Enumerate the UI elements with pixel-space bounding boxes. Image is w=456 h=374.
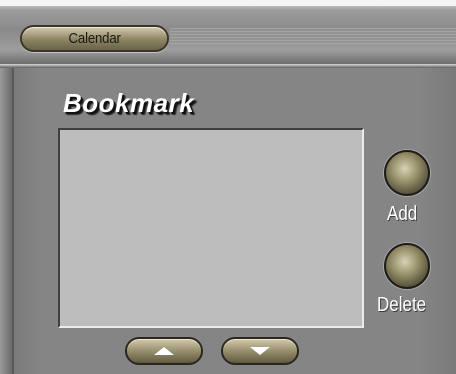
add-label: Add <box>387 203 418 225</box>
delete-button[interactable] <box>384 243 430 289</box>
scroll-down-button[interactable] <box>221 337 299 365</box>
bookmark-title: Bookmark <box>63 88 195 118</box>
delete-label: Delete <box>377 294 427 316</box>
panel-left-edge <box>0 68 12 374</box>
header-stripe <box>170 28 456 44</box>
calendar-tab-button[interactable]: Calendar <box>20 25 169 52</box>
header-bar: Calendar <box>0 0 456 64</box>
add-button[interactable] <box>384 150 430 196</box>
header-highlight <box>0 0 456 6</box>
bookmark-window: Calendar Bookmark Add Delete <box>0 0 456 374</box>
scroll-up-button[interactable] <box>125 337 203 365</box>
panel-left-edge-line <box>12 68 14 374</box>
bookmark-list[interactable] <box>58 128 364 328</box>
calendar-tab-label: Calendar <box>68 30 121 47</box>
down-arrow-icon <box>250 347 270 355</box>
up-arrow-icon <box>154 347 174 355</box>
